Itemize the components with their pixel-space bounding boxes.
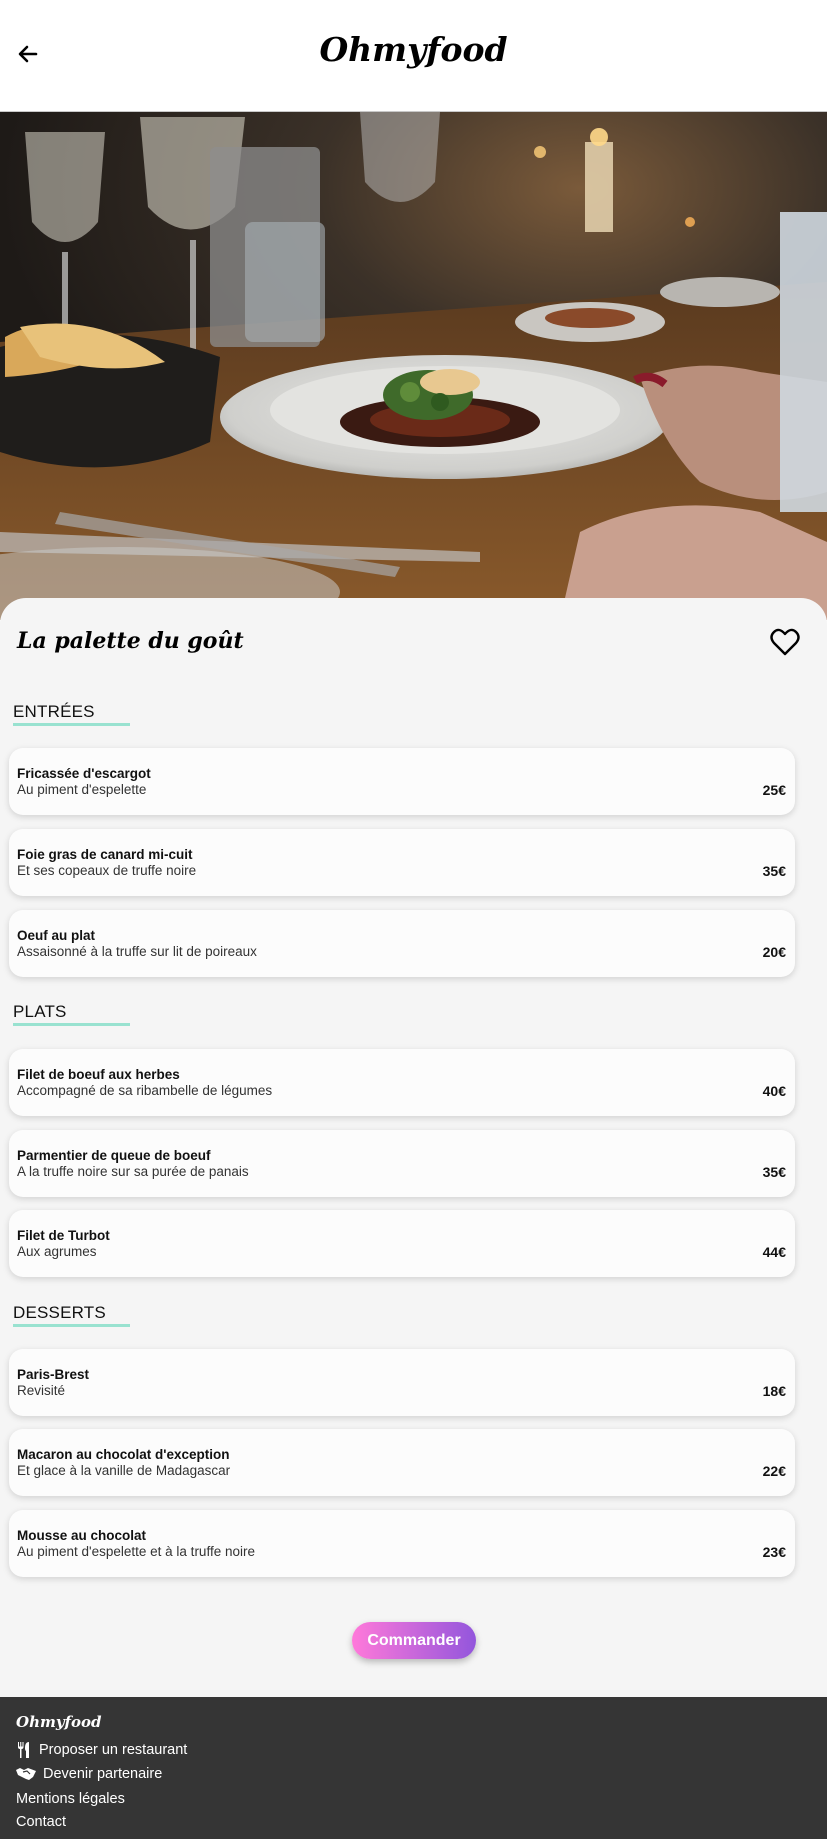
footer-link-label: Devenir partenaire [43, 1766, 163, 1782]
section-underline [13, 1023, 130, 1026]
section-title-entrees: ENTRÉES [13, 702, 95, 721]
dish-price: 35€ [762, 863, 786, 879]
dish-name: Foie gras de canard mi-cuit [17, 847, 193, 862]
menu-item[interactable]: Parmentier de queue de boeuf A la truffe… [9, 1130, 795, 1197]
dish-description: Accompagné de sa ribambelle de légumes [17, 1083, 273, 1098]
utensils-icon [16, 1742, 32, 1758]
dish-description: Au piment d'espelette et à la truffe noi… [17, 1544, 255, 1559]
footer-link-label: Proposer un restaurant [39, 1742, 188, 1758]
dish-description: A la truffe noire sur sa purée de panais [17, 1164, 249, 1179]
dish-description: Aux agrumes [17, 1244, 97, 1259]
menu-item[interactable]: Paris-Brest Revisité 18€ [9, 1349, 795, 1416]
dish-price: 25€ [762, 782, 786, 798]
menu-item[interactable]: Fricassée d'escargot Au piment d'espelet… [9, 748, 795, 815]
footer-link-become-partner[interactable]: Devenir partenaire [16, 1766, 162, 1782]
restaurant-hero-image [0, 112, 827, 620]
footer-link-contact[interactable]: Contact [16, 1814, 66, 1830]
section-underline [13, 1324, 130, 1327]
dish-name: Filet de Turbot [17, 1228, 110, 1243]
dish-name: Parmentier de queue de boeuf [17, 1148, 211, 1163]
menu-item[interactable]: Filet de Turbot Aux agrumes 44€ [9, 1210, 795, 1277]
menu-item[interactable]: Macaron au chocolat d'exception Et glace… [9, 1429, 795, 1496]
dish-price: 23€ [762, 1544, 786, 1560]
dish-description: Assaisonné à la truffe sur lit de poirea… [17, 944, 257, 959]
footer-link-label: Contact [16, 1814, 66, 1830]
dish-price: 18€ [762, 1383, 786, 1399]
menu-item[interactable]: Mousse au chocolat Au piment d'espelette… [9, 1510, 795, 1577]
footer-link-legal[interactable]: Mentions légales [16, 1791, 125, 1807]
menu-item[interactable]: Foie gras de canard mi-cuit Et ses copea… [9, 829, 795, 896]
dish-price: 44€ [762, 1244, 786, 1260]
menu-panel: La palette du goût ENTRÉES Fricassée d'e… [0, 598, 827, 1697]
order-button[interactable]: Commander [352, 1622, 476, 1659]
dish-name: Macaron au chocolat d'exception [17, 1447, 230, 1462]
restaurant-name: La palette du goût [17, 628, 244, 654]
footer-link-label: Mentions légales [16, 1791, 125, 1807]
footer-link-propose-restaurant[interactable]: Proposer un restaurant [16, 1742, 187, 1758]
section-title-desserts: DESSERTS [13, 1303, 106, 1322]
dish-name: Paris-Brest [17, 1367, 90, 1382]
dish-price: 22€ [762, 1463, 786, 1479]
dish-price: 40€ [762, 1083, 786, 1099]
dish-description: Et ses copeaux de truffe noire [17, 863, 197, 878]
dish-price: 20€ [762, 944, 786, 960]
dish-name: Filet de boeuf aux herbes [17, 1067, 180, 1082]
dish-name: Mousse au chocolat [17, 1528, 147, 1543]
dish-price: 35€ [762, 1164, 786, 1180]
menu-item[interactable]: Filet de boeuf aux herbes Accompagné de … [9, 1049, 795, 1116]
section-title-plats: PLATS [13, 1002, 67, 1021]
dish-name: Oeuf au plat [17, 928, 96, 943]
dish-description: Revisité [17, 1383, 66, 1398]
dish-name: Fricassée d'escargot [17, 766, 151, 781]
top-header: Ohmyfood [0, 0, 827, 112]
page-footer: Ohmyfood Proposer un restaurant Devenir … [0, 1697, 827, 1839]
app-logo[interactable]: Ohmyfood [0, 30, 827, 69]
section-underline [13, 723, 130, 726]
heart-outline-icon [770, 628, 800, 656]
favorite-button[interactable] [770, 628, 804, 658]
dish-description: Au piment d'espelette [17, 782, 147, 797]
footer-logo[interactable]: Ohmyfood [16, 1713, 102, 1731]
dish-description: Et glace à la vanille de Madagascar [17, 1463, 231, 1478]
menu-item[interactable]: Oeuf au plat Assaisonné à la truffe sur … [9, 910, 795, 977]
handshake-icon [16, 1766, 36, 1782]
